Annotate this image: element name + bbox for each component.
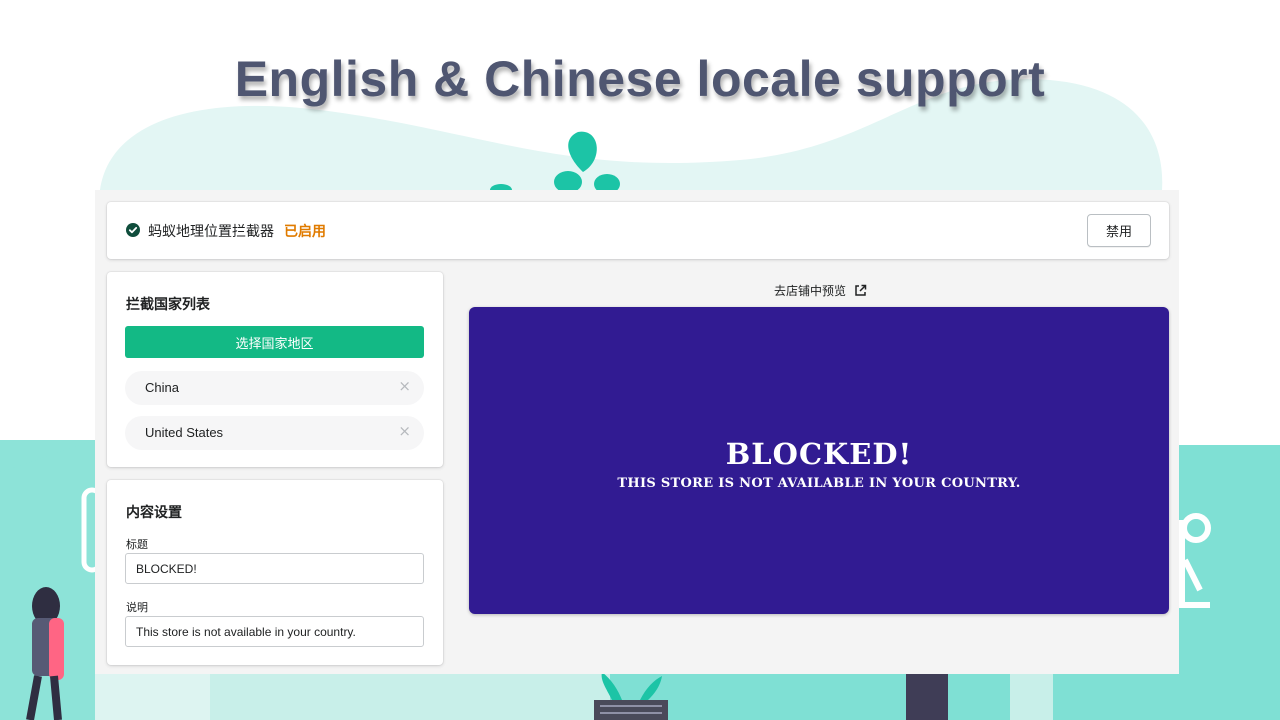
bottom-mint-right: [1010, 674, 1055, 720]
section-title: 内容设置: [126, 505, 182, 521]
blocked-countries-card: 拦截国家列表 选择国家地区 China × United States ×: [107, 272, 443, 467]
close-icon[interactable]: ×: [398, 377, 411, 395]
check-circle-icon: [126, 223, 140, 237]
preview-link-label: 去店铺中预览: [774, 284, 847, 298]
person-legs: [906, 674, 948, 720]
bottom-mint: [210, 674, 610, 720]
bottom-teal: [610, 674, 1010, 720]
app-name: 蚂蚁地理位置拦截器: [148, 224, 274, 240]
left-mint-base: [95, 674, 210, 720]
preview-in-store-link[interactable]: 去店铺中预览: [774, 282, 867, 299]
disable-button[interactable]: 禁用: [1087, 214, 1151, 247]
country-tag-united-states: United States ×: [125, 416, 424, 450]
country-tag-label: United States: [145, 425, 224, 440]
left-teal-block: [0, 440, 95, 720]
description-input[interactable]: [125, 616, 424, 647]
section-title: 拦截国家列表: [126, 297, 210, 313]
status-card: 蚂蚁地理位置拦截器 已启用 禁用: [107, 202, 1169, 259]
block-page-preview: BLOCKED! This store is not available in …: [469, 307, 1169, 614]
title-field-label: 标题: [126, 538, 148, 551]
select-country-button[interactable]: 选择国家地区: [125, 326, 424, 358]
country-tag-label: China: [145, 380, 179, 395]
page-headline: English & Chinese locale support: [234, 51, 1046, 107]
country-tag-china: China ×: [125, 371, 424, 405]
description-field-label: 说明: [126, 601, 148, 614]
close-icon[interactable]: ×: [398, 422, 411, 440]
external-link-icon: [855, 284, 867, 296]
preview-description: This store is not available in your coun…: [617, 476, 1021, 491]
app-panel: 蚂蚁地理位置拦截器 已启用 禁用 拦截国家列表 选择国家地区 China × U…: [95, 190, 1179, 674]
preview-title: BLOCKED!: [725, 437, 913, 471]
title-input[interactable]: [125, 553, 424, 584]
status-badge: 已启用: [284, 224, 326, 240]
content-settings-card: 内容设置 标题 说明: [107, 480, 443, 665]
